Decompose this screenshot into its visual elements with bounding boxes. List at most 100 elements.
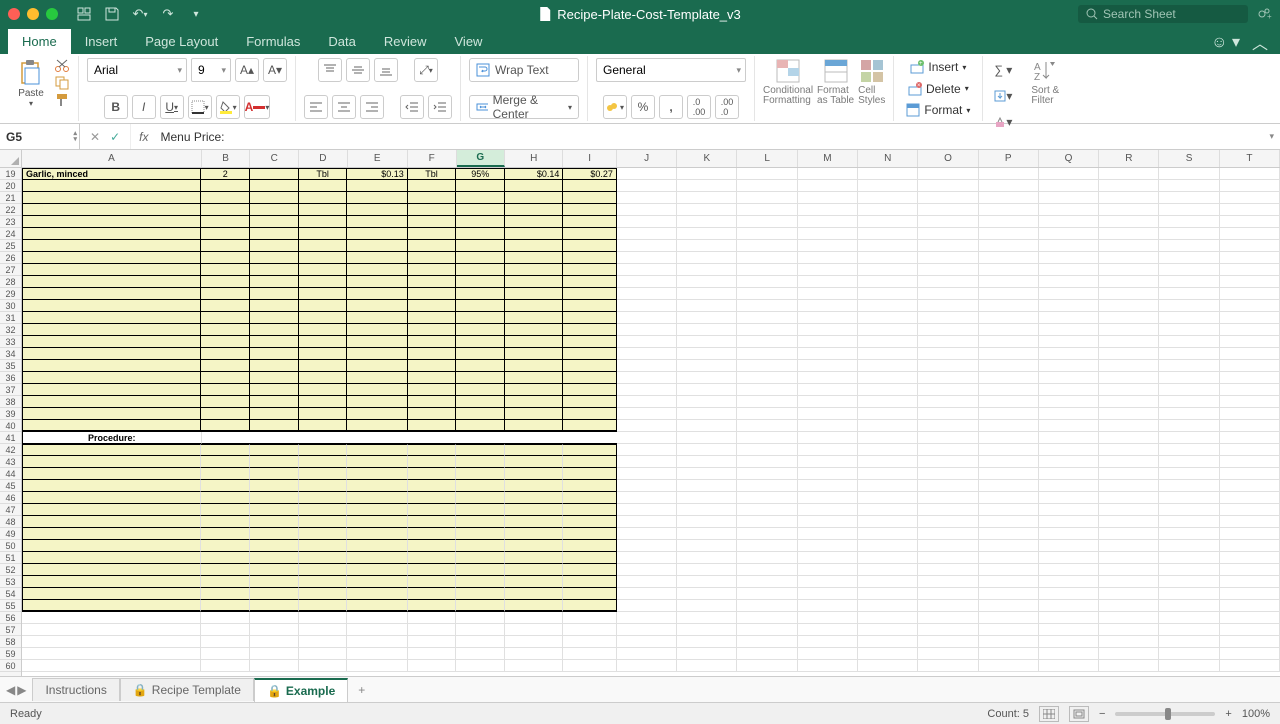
cell-J54[interactable] [617,588,677,600]
cell-L45[interactable] [737,480,797,492]
cell-L53[interactable] [737,576,797,588]
cell-B21[interactable] [201,192,250,204]
cell-I27[interactable] [563,264,617,276]
cell-N28[interactable] [858,276,918,288]
cell-T39[interactable] [1220,408,1280,420]
cell-M46[interactable] [798,492,858,504]
cell-L20[interactable] [737,180,797,192]
cell-Q47[interactable] [1039,504,1099,516]
cell-M51[interactable] [798,552,858,564]
cell-S45[interactable] [1159,480,1219,492]
cell-N25[interactable] [858,240,918,252]
cell-C19[interactable] [250,168,299,180]
cell-E44[interactable] [347,468,407,480]
cell-D43[interactable] [299,456,348,468]
cell-N32[interactable] [858,324,918,336]
cell-J35[interactable] [617,360,677,372]
row-header-48[interactable]: 48 [0,516,21,528]
cell-J52[interactable] [617,564,677,576]
cell-H26[interactable] [505,252,563,264]
cell-O44[interactable] [918,468,978,480]
cell-G24[interactable] [456,228,505,240]
format-cells-button[interactable]: Format ▾ [902,101,974,119]
cell-I31[interactable] [563,312,617,324]
cell-S41[interactable] [1159,432,1219,444]
cell-E58[interactable] [347,636,407,648]
cell-H27[interactable] [505,264,563,276]
cell-I23[interactable] [563,216,617,228]
cell-S32[interactable] [1159,324,1219,336]
cell-M53[interactable] [798,576,858,588]
cell-P49[interactable] [979,528,1039,540]
cell-H28[interactable] [505,276,563,288]
cell-D55[interactable] [299,600,348,612]
cell-K59[interactable] [677,648,737,660]
cell-S59[interactable] [1159,648,1219,660]
cell-B58[interactable] [201,636,250,648]
cell-S54[interactable] [1159,588,1219,600]
minimize-window-button[interactable] [27,8,39,20]
cell-T43[interactable] [1220,456,1280,468]
cell-R35[interactable] [1099,360,1159,372]
cell-M45[interactable] [798,480,858,492]
cell-H40[interactable] [505,420,563,432]
cell-G30[interactable] [456,300,505,312]
cell-L19[interactable] [737,168,797,180]
cell-A53[interactable] [22,576,201,588]
cell-S39[interactable] [1159,408,1219,420]
cell-S42[interactable] [1159,444,1219,456]
cell-L48[interactable] [737,516,797,528]
cell-D42[interactable] [299,444,348,456]
cell-F50[interactable] [408,540,457,552]
cell-A47[interactable] [22,504,201,516]
cell-R42[interactable] [1099,444,1159,456]
select-all-button[interactable] [0,150,22,168]
cell-N22[interactable] [858,204,918,216]
cell-T24[interactable] [1220,228,1280,240]
cell-Q37[interactable] [1039,384,1099,396]
cell-H54[interactable] [505,588,563,600]
cell-J21[interactable] [617,192,677,204]
cell-K54[interactable] [677,588,737,600]
number-format-dropdown[interactable]: General [596,58,746,82]
cell-H43[interactable] [505,456,563,468]
cell-Q44[interactable] [1039,468,1099,480]
cell-G25[interactable] [456,240,505,252]
cell-O19[interactable] [918,168,978,180]
cell-P55[interactable] [979,600,1039,612]
cell-J55[interactable] [617,600,677,612]
cell-O37[interactable] [918,384,978,396]
align-bottom-button[interactable] [374,58,398,82]
cell-O58[interactable] [918,636,978,648]
cell-B36[interactable] [201,372,250,384]
font-name-dropdown[interactable]: Arial [87,58,187,82]
formula-input[interactable]: Menu Price: [156,130,1263,144]
cell-M39[interactable] [798,408,858,420]
cell-G41[interactable] [456,432,505,444]
cell-L39[interactable] [737,408,797,420]
cell-J40[interactable] [617,420,677,432]
cell-C56[interactable] [250,612,299,624]
cell-Q21[interactable] [1039,192,1099,204]
cell-B55[interactable] [201,600,250,612]
cell-R57[interactable] [1099,624,1159,636]
cell-M32[interactable] [798,324,858,336]
cell-M50[interactable] [798,540,858,552]
cell-B29[interactable] [201,288,250,300]
cell-I19[interactable]: $0.27 [563,168,617,180]
cell-N46[interactable] [858,492,918,504]
cell-G58[interactable] [456,636,505,648]
cell-O22[interactable] [918,204,978,216]
cell-J42[interactable] [617,444,677,456]
column-header-I[interactable]: I [563,150,616,167]
cell-Q30[interactable] [1039,300,1099,312]
cell-O29[interactable] [918,288,978,300]
cell-Q19[interactable] [1039,168,1099,180]
cell-M22[interactable] [798,204,858,216]
cell-H60[interactable] [505,660,563,672]
cell-B41[interactable] [202,432,251,444]
cell-O39[interactable] [918,408,978,420]
cell-R26[interactable] [1099,252,1159,264]
cell-P40[interactable] [979,420,1039,432]
cell-C23[interactable] [250,216,299,228]
